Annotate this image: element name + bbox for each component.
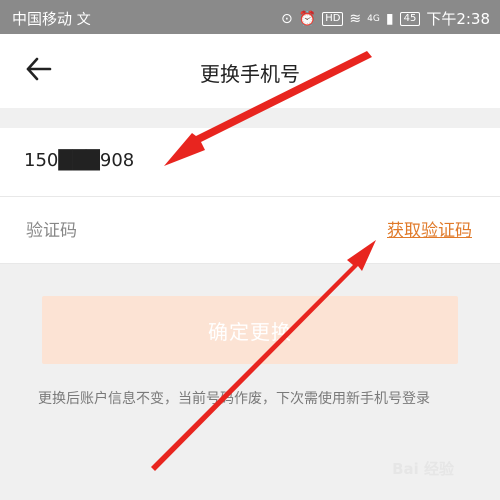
hd-icon: HD — [322, 11, 344, 26]
watermark: Bai 经验 — [392, 460, 454, 478]
clock: 下午2:38 — [426, 10, 490, 28]
carrier-extra-icon: 文 — [76, 12, 91, 28]
alarm-icon: ⏰ — [298, 10, 317, 27]
confirm-change-button[interactable]: 确定更换 — [42, 296, 458, 364]
get-code-link[interactable]: 获取验证码 — [387, 216, 472, 241]
status-right: ⊙ ⏰ HD ≋ 4G ▮ 45 下午2:38 — [281, 8, 490, 29]
location-icon: ⊙ — [281, 10, 293, 27]
code-row: 获取验证码 — [0, 197, 500, 264]
battery-icon: 45 — [399, 11, 421, 26]
phone-number-field[interactable]: 150███908 — [24, 150, 134, 171]
status-left: 中国移动 文 — [12, 8, 91, 29]
page-title: 更换手机号 — [200, 62, 300, 86]
signal-type-label: 4G — [367, 13, 380, 24]
verification-code-input[interactable] — [24, 217, 328, 245]
signal-icon: ▮ — [385, 10, 394, 27]
wifi-icon: ≋ — [349, 10, 362, 27]
carrier-label: 中国移动 — [12, 10, 73, 28]
status-bar: 中国移动 文 ⊙ ⏰ HD ≋ 4G ▮ 45 下午2:38 — [0, 0, 500, 34]
header: 更换手机号 — [0, 34, 500, 108]
phone-row: 150███908 — [0, 128, 500, 197]
notice-text: 更换后账户信息不变，当前号码作废，下次需使用新手机号登录 — [38, 391, 430, 407]
